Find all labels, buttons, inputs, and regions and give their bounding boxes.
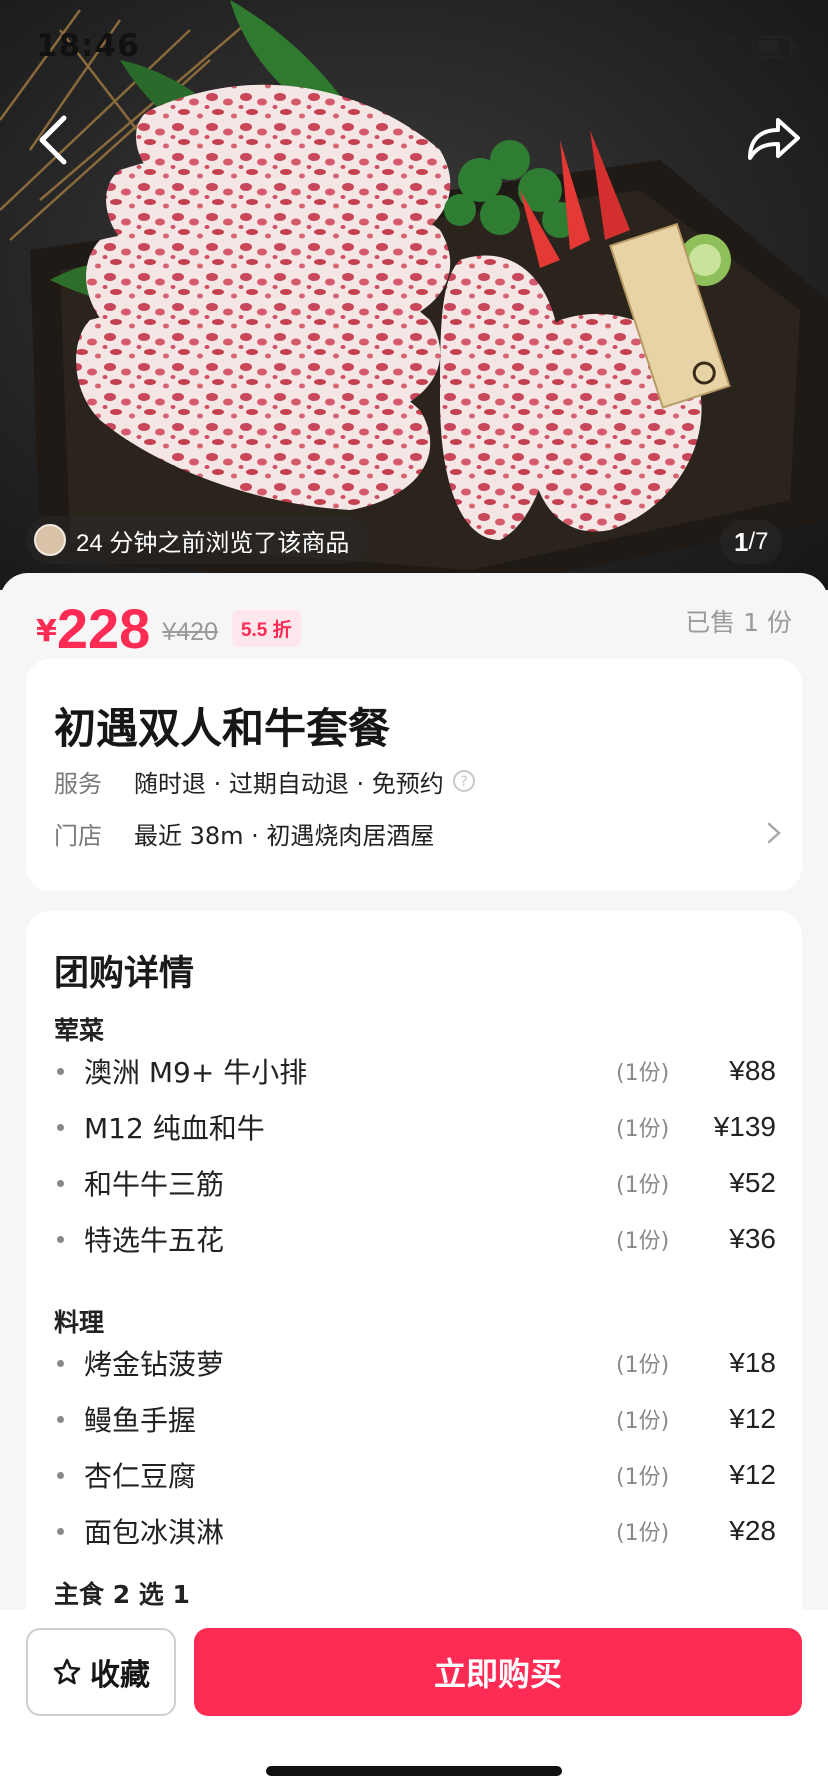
group-title: 料理 bbox=[54, 1308, 105, 1337]
wifi-icon bbox=[710, 36, 740, 57]
product-image-carousel[interactable]: 18:46 24 分钟之前浏览了该商品 1 /7 bbox=[0, 0, 828, 590]
item-name: 澳洲 M9+ 牛小排 bbox=[84, 1056, 308, 1089]
item-price: ¥88 bbox=[729, 1055, 776, 1086]
item-qty: (1份) bbox=[616, 1173, 670, 1198]
discount-badge: 5.5 折 bbox=[231, 610, 301, 647]
image-current: 1 bbox=[734, 526, 749, 557]
buy-now-label: 立即购买 bbox=[433, 1655, 562, 1693]
store-row[interactable]: 门店 最近 38m · 初遇烧肉居酒屋 bbox=[54, 815, 784, 851]
store-value: 最近 38m · 初遇烧肉居酒屋 bbox=[134, 821, 435, 850]
list-item: 澳洲 M9+ 牛小排 (1份) ¥88 bbox=[54, 1051, 776, 1091]
avatar bbox=[34, 524, 66, 556]
item-price: ¥28 bbox=[729, 1515, 776, 1546]
service-value: 随时退 · 过期自动退 · 免预约 bbox=[134, 769, 444, 798]
bullet-icon bbox=[57, 1471, 64, 1479]
svg-text:?: ? bbox=[460, 774, 467, 790]
item-name: 和牛牛三筋 bbox=[84, 1168, 225, 1201]
bullet-icon bbox=[57, 1359, 64, 1367]
star-icon bbox=[53, 1658, 81, 1685]
back-button[interactable] bbox=[30, 110, 80, 170]
service-row: 服务 随时退 · 过期自动退 · 免预约 ? bbox=[54, 763, 784, 799]
item-price: ¥12 bbox=[729, 1459, 776, 1490]
item-name: 鳗鱼手握 bbox=[84, 1404, 197, 1437]
item-qty: (1份) bbox=[616, 1409, 670, 1434]
bullet-icon bbox=[57, 1123, 64, 1131]
list-item: 和牛牛三筋 (1份) ¥52 bbox=[54, 1163, 776, 1203]
share-button[interactable] bbox=[744, 112, 804, 168]
sold-count: 已售 1 份 bbox=[685, 608, 792, 637]
buy-now-button[interactable]: 立即购买 bbox=[194, 1628, 802, 1716]
bullet-icon bbox=[57, 1415, 64, 1423]
battery-icon bbox=[752, 36, 796, 58]
bullet-icon bbox=[57, 1527, 64, 1535]
bullet-icon bbox=[57, 1235, 64, 1243]
service-label: 服务 bbox=[54, 769, 102, 798]
image-total: /7 bbox=[748, 528, 769, 555]
status-time: 18:46 bbox=[36, 28, 140, 64]
help-circle-icon[interactable]: ? bbox=[452, 769, 476, 793]
group-title: 荤菜 bbox=[54, 1016, 105, 1045]
item-name: 面包冰淇淋 bbox=[84, 1516, 225, 1549]
share-arrow-icon bbox=[748, 118, 800, 160]
chevron-right-icon bbox=[767, 822, 781, 844]
list-item: 杏仁豆腐 (1份) ¥12 bbox=[54, 1455, 776, 1495]
price-row: ¥ 228 ¥420 5.5 折 已售 1 份 bbox=[36, 595, 792, 657]
item-qty: (1份) bbox=[616, 1117, 670, 1142]
status-icons bbox=[662, 36, 798, 58]
item-price: ¥12 bbox=[729, 1403, 776, 1434]
item-qty: (1份) bbox=[616, 1061, 670, 1086]
viewer-text: 24 分钟之前浏览了该商品 bbox=[76, 529, 350, 557]
store-label: 门店 bbox=[54, 821, 102, 850]
favorite-label: 收藏 bbox=[90, 1658, 150, 1693]
bullet-icon bbox=[57, 1179, 64, 1187]
item-name: 杏仁豆腐 bbox=[84, 1460, 197, 1493]
item-price: ¥18 bbox=[729, 1347, 776, 1378]
product-title: 初遇双人和牛套餐 bbox=[54, 704, 391, 753]
chevron-left-icon bbox=[39, 115, 67, 165]
list-item: 面包冰淇淋 (1份) ¥28 bbox=[54, 1511, 776, 1551]
item-price: ¥36 bbox=[729, 1223, 776, 1254]
list-item: 特选牛五花 (1份) ¥36 bbox=[54, 1219, 776, 1259]
bullet-icon bbox=[57, 1067, 64, 1075]
product-info-card: 初遇双人和牛套餐 服务 随时退 · 过期自动退 · 免预约 ? 门店 最近 38… bbox=[26, 659, 802, 891]
list-item: 鳗鱼手握 (1份) ¥12 bbox=[54, 1399, 776, 1439]
list-item: 烤金钻菠萝 (1份) ¥18 bbox=[54, 1343, 776, 1383]
price-original: ¥420 bbox=[162, 618, 218, 646]
list-item: M12 纯血和牛 (1份) ¥139 bbox=[54, 1107, 776, 1147]
item-name: M12 纯血和牛 bbox=[84, 1112, 265, 1145]
item-qty: (1份) bbox=[616, 1229, 670, 1254]
image-page-counter: 1 /7 bbox=[720, 520, 783, 564]
status-bar: 18:46 bbox=[0, 0, 828, 100]
home-indicator[interactable] bbox=[266, 1766, 562, 1776]
item-qty: (1份) bbox=[616, 1353, 670, 1378]
detail-title: 团购详情 bbox=[54, 954, 195, 994]
price-currency: ¥ bbox=[36, 614, 57, 649]
group-detail-card: 团购详情 荤菜 澳洲 M9+ 牛小排 (1份) ¥88 M12 纯血和牛 (1份… bbox=[26, 911, 802, 1613]
favorite-button[interactable]: 收藏 bbox=[26, 1628, 176, 1716]
item-price: ¥52 bbox=[729, 1167, 776, 1198]
item-price: ¥139 bbox=[713, 1111, 776, 1142]
item-name: 特选牛五花 bbox=[84, 1224, 225, 1257]
item-qty: (1份) bbox=[616, 1465, 670, 1490]
price-current: 228 bbox=[56, 597, 151, 660]
group-title-partial: 主食 2 选 1 bbox=[54, 1580, 190, 1609]
cellular-signal-icon bbox=[662, 36, 695, 58]
item-name: 烤金钻菠萝 bbox=[84, 1348, 225, 1381]
item-qty: (1份) bbox=[616, 1521, 670, 1546]
bottom-action-bar: 收藏 立即购买 bbox=[0, 1610, 828, 1792]
product-content[interactable]: ¥ 228 ¥420 5.5 折 已售 1 份 初遇双人和牛套餐 服务 随时退 … bbox=[0, 573, 828, 1613]
recent-viewer-pill: 24 分钟之前浏览了该商品 bbox=[26, 516, 370, 564]
